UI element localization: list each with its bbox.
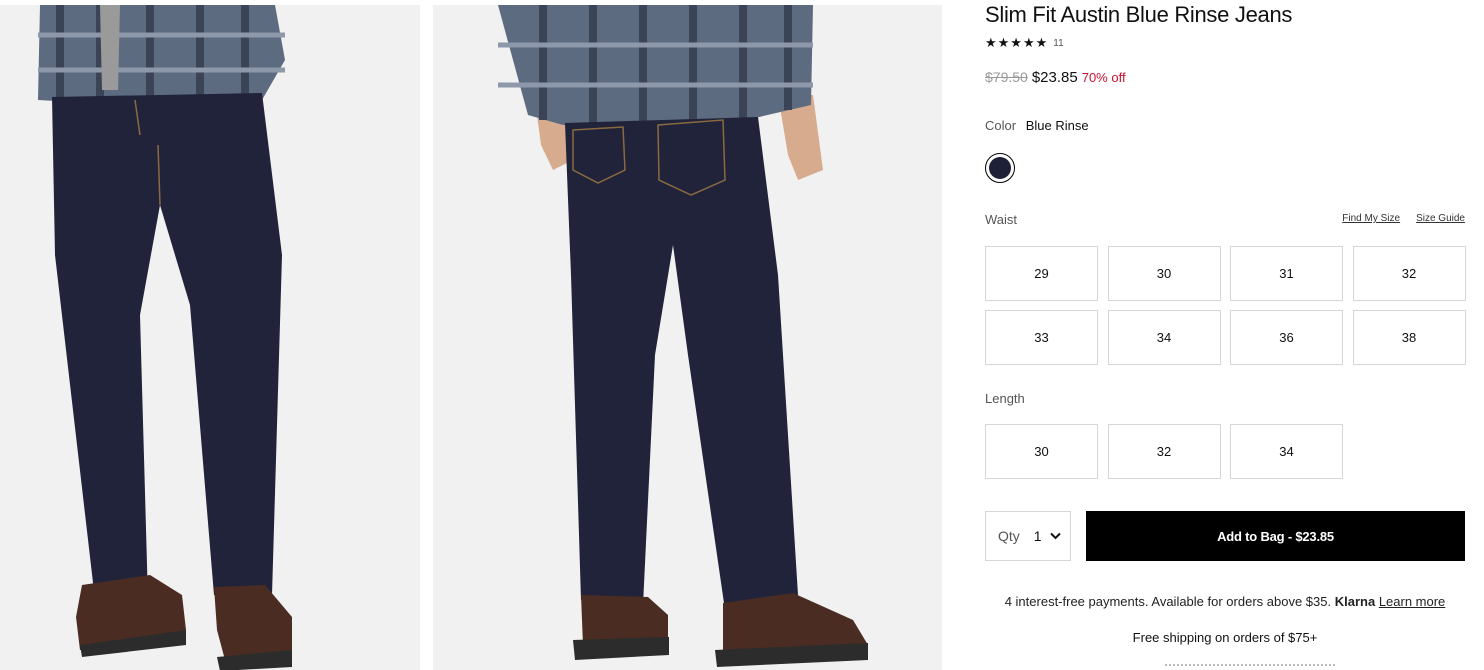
size-guide-link[interactable]: Size Guide: [1416, 213, 1465, 224]
klarna-text: 4 interest-free payments. Available for …: [1004, 594, 1332, 609]
product-details-panel: Slim Fit Austin Blue Rinse Jeans ★★★★★ 1…: [985, 0, 1466, 670]
add-to-bag-button[interactable]: Add to Bag - $23.85: [1086, 511, 1465, 561]
qty-label: Qty: [998, 528, 1020, 544]
sale-price: $23.85: [1031, 69, 1078, 86]
length-size-grid: 30 32 34: [985, 424, 1466, 479]
review-count: 11: [1053, 37, 1064, 49]
length-option[interactable]: 30: [985, 424, 1098, 479]
price-block: $79.50 $23.85 70% off: [985, 69, 1126, 86]
waist-option[interactable]: 33: [985, 310, 1098, 365]
length-option[interactable]: 32: [1107, 424, 1221, 479]
waist-label: Waist: [985, 212, 1018, 227]
discount-badge: 70% off: [1081, 70, 1126, 85]
klarna-logo: Klarna: [1334, 594, 1376, 609]
waist-option[interactable]: 34: [1107, 310, 1221, 365]
color-label: Color: [985, 118, 1017, 133]
klarna-message: 4 interest-free payments. Available for …: [985, 594, 1465, 609]
product-title: Slim Fit Austin Blue Rinse Jeans: [985, 2, 1293, 27]
star-icon: ★★★★★: [985, 35, 1049, 50]
truncated-content: [1165, 664, 1335, 670]
length-option[interactable]: 34: [1230, 424, 1343, 479]
chevron-down-icon: [1049, 532, 1061, 540]
waist-option[interactable]: 31: [1230, 246, 1343, 301]
waist-option[interactable]: 38: [1352, 310, 1466, 365]
waist-option[interactable]: 30: [1107, 246, 1221, 301]
product-rating[interactable]: ★★★★★ 11: [985, 35, 1064, 51]
size-help-links: Find My Size Size Guide: [1342, 213, 1465, 224]
waist-option[interactable]: 36: [1230, 310, 1343, 365]
color-selection: Color Blue Rinse: [985, 118, 1089, 133]
klarna-learn-more-link[interactable]: Learn more: [1379, 594, 1445, 609]
waist-option[interactable]: 29: [985, 246, 1098, 301]
waist-size-grid: 29 30 31 32 33 34 36 38: [985, 246, 1466, 365]
jeans-back-illustration: [433, 5, 942, 670]
length-label: Length: [985, 391, 1025, 406]
free-shipping-note: Free shipping on orders of $75+: [1132, 630, 1318, 645]
quantity-select[interactable]: Qty 1: [985, 511, 1071, 561]
find-my-size-link[interactable]: Find My Size: [1342, 213, 1400, 224]
swatch-fill: [989, 157, 1011, 179]
color-swatch-blue-rinse[interactable]: [985, 153, 1015, 183]
waist-option[interactable]: 32: [1352, 246, 1466, 301]
color-value: Blue Rinse: [1025, 118, 1089, 133]
jeans-front-illustration: [0, 5, 420, 670]
original-price: $79.50: [985, 69, 1028, 85]
product-image-back[interactable]: [433, 5, 942, 670]
qty-value: 1: [1033, 528, 1042, 544]
product-image-front[interactable]: [0, 5, 420, 670]
